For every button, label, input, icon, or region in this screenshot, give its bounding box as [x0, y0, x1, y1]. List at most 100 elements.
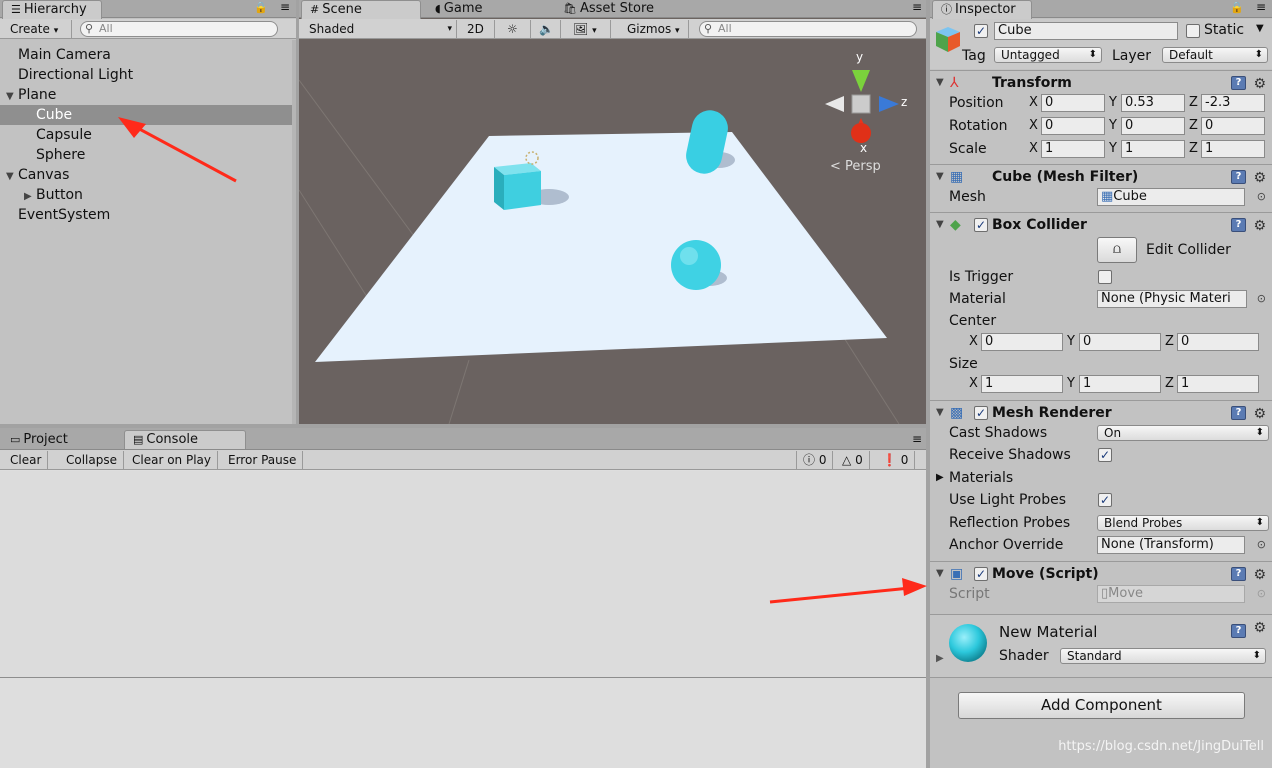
console-detail-area[interactable] — [0, 677, 926, 762]
sphere[interactable] — [671, 240, 721, 290]
object-picker-icon[interactable]: ⊙ — [1257, 186, 1266, 208]
active-checkbox[interactable]: ✓ — [974, 24, 988, 38]
z-value-field[interactable]: 1 — [1201, 140, 1265, 158]
move-script-header[interactable]: ▼ ▣ ✓ Move (Script) ? ⚙ — [930, 561, 1272, 585]
hierarchy-search-input[interactable]: All — [80, 21, 278, 37]
layer-dropdown[interactable]: Default — [1162, 47, 1268, 63]
cube[interactable] — [494, 163, 541, 210]
chevron-down-icon[interactable]: ▼ — [1256, 23, 1264, 34]
hierarchy-item-button[interactable]: ▶ Button — [0, 185, 292, 205]
y-value-field[interactable]: 0 — [1079, 333, 1161, 351]
receive-shadows-checkbox[interactable]: ✓ — [1098, 448, 1112, 462]
console-log-area[interactable] — [0, 471, 926, 677]
y-value-field[interactable]: 0 — [1121, 117, 1185, 135]
mesh-filter-header[interactable]: ▼ ▦ Cube (Mesh Filter) ? ⚙ — [930, 164, 1272, 188]
tab-game[interactable]: ◖ Game — [427, 0, 491, 18]
edit-collider-button[interactable]: ⩍ — [1097, 237, 1137, 263]
hierarchy-item-eventsystem[interactable]: EventSystem — [0, 205, 292, 225]
warning-count-toggle[interactable]: △ 0 — [836, 451, 870, 469]
help-icon[interactable]: ? — [1231, 406, 1246, 420]
x-value-field[interactable]: 1 — [1041, 140, 1105, 158]
x-value-field[interactable]: 0 — [1041, 94, 1105, 112]
mesh-renderer-enabled-checkbox[interactable]: ✓ — [974, 406, 988, 420]
reflection-probes-dropdown[interactable]: Blend Probes — [1097, 515, 1269, 531]
help-icon[interactable]: ? — [1231, 76, 1246, 90]
y-value-field[interactable]: 0.53 — [1121, 94, 1185, 112]
mesh-renderer-header[interactable]: ▼ ▩ ✓ Mesh Renderer ? ⚙ — [930, 400, 1272, 424]
shader-dropdown[interactable]: Standard — [1060, 648, 1266, 664]
materials-row[interactable]: ▶ Materials — [930, 467, 1272, 489]
2d-toggle[interactable]: 2D — [461, 20, 495, 38]
mesh-field[interactable]: ▦Cube — [1097, 188, 1245, 206]
expand-arrow-icon[interactable]: ▼ — [6, 87, 18, 107]
gear-icon[interactable]: ⚙ — [1253, 620, 1266, 636]
error-count-toggle[interactable]: ❗ 0 — [876, 451, 916, 469]
help-icon[interactable]: ? — [1231, 624, 1246, 638]
lighting-toggle[interactable]: ☼ — [501, 20, 531, 38]
expand-arrow-icon[interactable]: ▼ — [6, 167, 18, 187]
z-value-field[interactable]: -2.3 — [1201, 94, 1265, 112]
object-name-field[interactable]: Cube — [994, 22, 1178, 40]
tab-scene[interactable]: # Scene — [301, 0, 421, 19]
menu-icon[interactable]: ≡ — [912, 0, 922, 14]
box-collider-header[interactable]: ▼ ◆ ✓ Box Collider ? ⚙ — [930, 212, 1272, 236]
z-value-field[interactable]: 0 — [1177, 333, 1259, 351]
tab-project[interactable]: ▭ Project — [2, 431, 76, 449]
shading-dropdown[interactable]: Shaded ▾ — [303, 20, 457, 38]
collider-material-field[interactable]: None (Physic Materi — [1097, 290, 1247, 308]
hierarchy-item-directional-light[interactable]: Directional Light — [0, 65, 292, 85]
persp-label[interactable]: < Persp — [830, 159, 881, 174]
static-checkbox[interactable] — [1186, 24, 1200, 38]
clear-button[interactable]: Clear — [4, 451, 49, 469]
x-value-field[interactable]: 1 — [981, 375, 1063, 393]
help-icon[interactable]: ? — [1231, 170, 1246, 184]
y-value-field[interactable]: 1 — [1079, 375, 1161, 393]
x-value-field[interactable]: 0 — [1041, 117, 1105, 135]
tag-dropdown[interactable]: Untagged — [994, 47, 1102, 63]
tab-console[interactable]: ▤ Console — [124, 430, 246, 449]
scene-search-input[interactable]: All — [699, 21, 917, 37]
move-script-enabled-checkbox[interactable]: ✓ — [974, 567, 988, 581]
z-value-field[interactable]: 0 — [1201, 117, 1265, 135]
audio-toggle[interactable]: 🔈 — [533, 20, 561, 38]
box-collider-enabled-checkbox[interactable]: ✓ — [974, 218, 988, 232]
tab-inspector[interactable]: ⓘ Inspector — [932, 0, 1032, 19]
effects-dropdown[interactable]: 🖼 ▾ — [567, 20, 611, 38]
cast-shadows-dropdown[interactable]: On — [1097, 425, 1269, 441]
anchor-override-field[interactable]: None (Transform) — [1097, 536, 1245, 554]
expand-arrow-icon[interactable]: ▼ — [936, 213, 948, 237]
collapse-button[interactable]: Collapse — [60, 451, 124, 469]
hierarchy-item-plane[interactable]: ▼ Plane — [0, 85, 292, 105]
help-icon[interactable]: ? — [1231, 218, 1246, 232]
help-icon[interactable]: ? — [1231, 567, 1246, 581]
object-picker-icon[interactable]: ⊙ — [1257, 534, 1266, 556]
add-component-button[interactable]: Add Component — [958, 692, 1245, 719]
lock-icon[interactable]: 🔒 — [1230, 1, 1244, 14]
light-probes-checkbox[interactable]: ✓ — [1098, 493, 1112, 507]
expand-arrow-icon[interactable]: ▶ — [936, 653, 944, 664]
gizmos-dropdown[interactable]: Gizmos ▾ — [621, 20, 689, 38]
hierarchy-item-main-camera[interactable]: Main Camera — [0, 45, 292, 65]
object-picker-icon[interactable]: ⊙ — [1257, 288, 1266, 310]
hierarchy-item-sphere[interactable]: Sphere — [0, 145, 292, 165]
hierarchy-scrollbar[interactable] — [292, 40, 296, 424]
clear-on-play-button[interactable]: Clear on Play — [126, 451, 218, 469]
scene-viewport[interactable]: y z x < Persp — [299, 40, 926, 424]
expand-arrow-icon[interactable]: ▶ — [936, 467, 944, 489]
hierarchy-item-canvas[interactable]: ▼ Canvas — [0, 165, 292, 185]
is-trigger-checkbox[interactable] — [1098, 270, 1112, 284]
lock-icon[interactable]: 🔒 — [254, 1, 268, 14]
menu-icon[interactable]: ≡ — [1256, 0, 1266, 14]
info-count-toggle[interactable]: ⓘ 0 — [796, 451, 834, 469]
error-pause-button[interactable]: Error Pause — [222, 451, 304, 469]
gear-icon[interactable]: ⚙ — [1253, 214, 1266, 238]
menu-icon[interactable]: ≡ — [912, 432, 922, 446]
menu-icon[interactable]: ≡ — [280, 0, 290, 14]
create-button[interactable]: Create ▾ — [4, 20, 72, 38]
z-value-field[interactable]: 1 — [1177, 375, 1259, 393]
tab-asset-store[interactable]: 🛍 Asset Store — [555, 0, 662, 18]
hierarchy-item-capsule[interactable]: Capsule — [0, 125, 292, 145]
hierarchy-item-cube[interactable]: Cube — [0, 105, 292, 125]
tab-hierarchy[interactable]: ☰ Hierarchy — [2, 0, 102, 19]
transform-header[interactable]: ▼ ⅄ Transform ? ⚙ — [930, 70, 1272, 94]
